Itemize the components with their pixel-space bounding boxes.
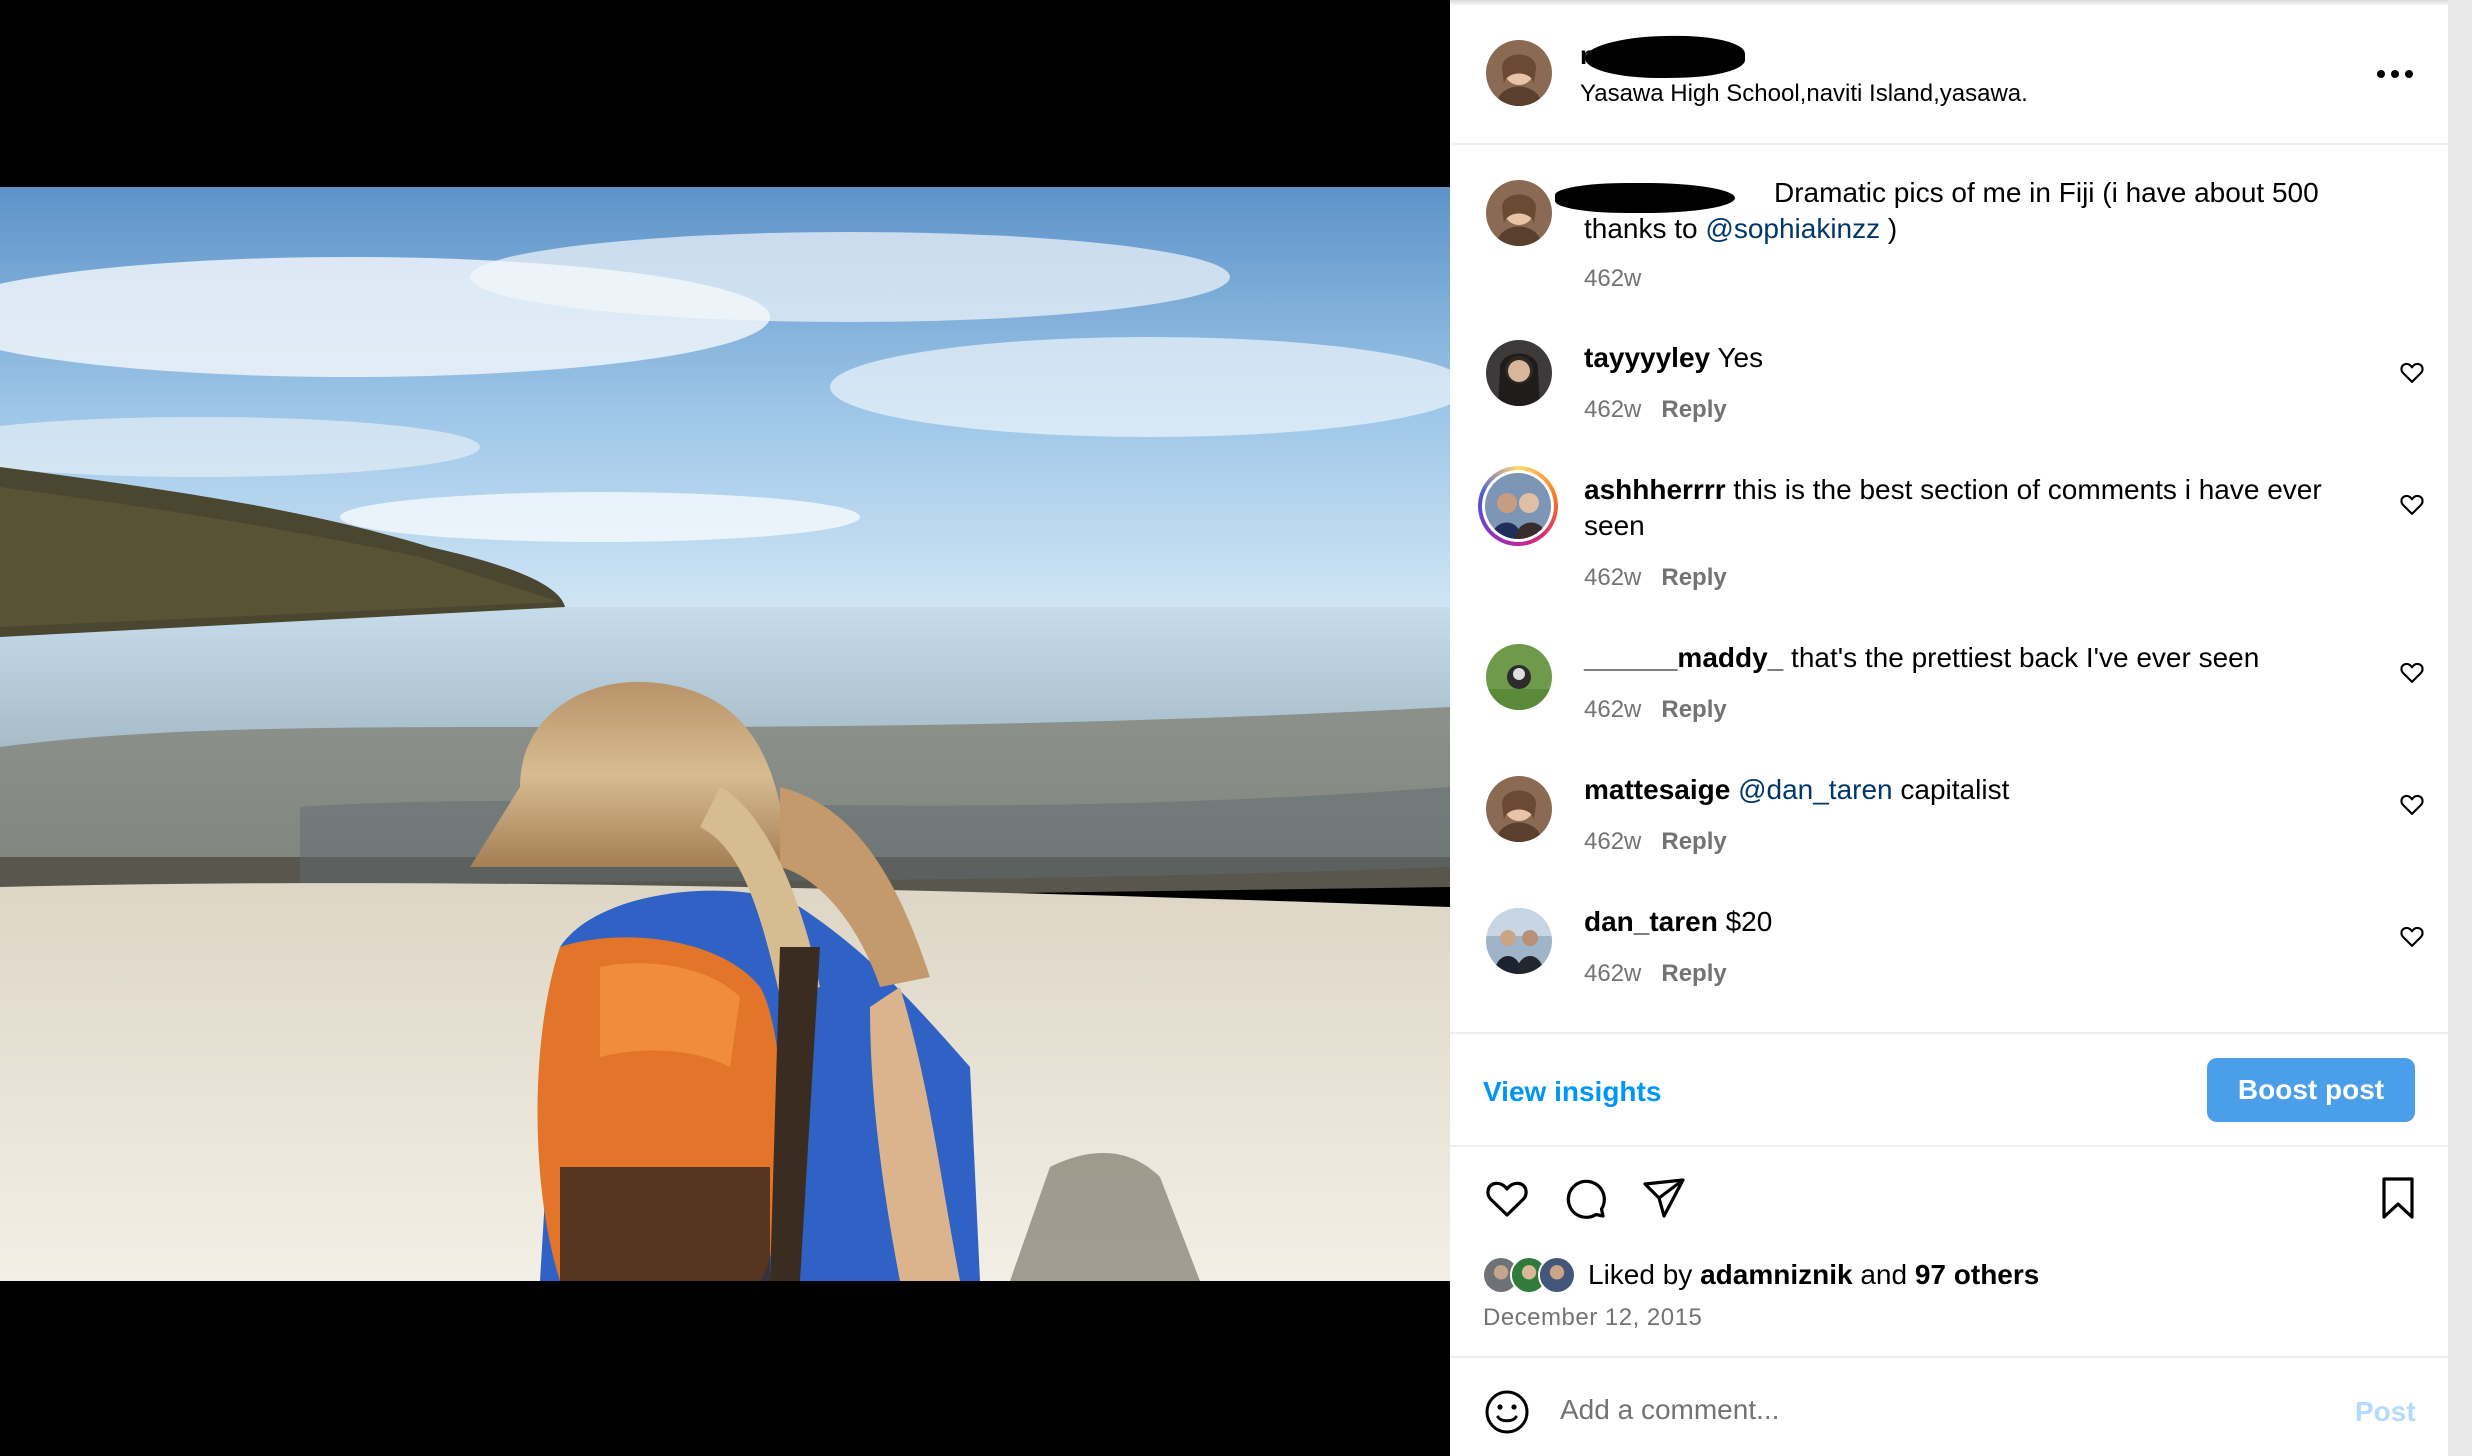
post-details-panel: n Yasawa High School,naviti Island,yasaw… <box>1450 0 2448 1456</box>
view-insights-link[interactable]: View insights <box>1483 1076 1661 1108</box>
comment-body: capitalist <box>1900 774 2010 805</box>
reply-button[interactable]: Reply <box>1661 960 1726 987</box>
comment-input[interactable] <box>1560 1384 2320 1436</box>
post-location[interactable]: Yasawa High School,naviti Island,yasawa. <box>1580 80 2028 108</box>
comment-meta: 462w Reply <box>1584 828 1727 856</box>
owner-avatar[interactable] <box>1486 40 1552 106</box>
comment-box: Post <box>1450 1356 2448 1456</box>
comment-meta: 462w Reply <box>1584 960 1727 988</box>
reply-button[interactable]: Reply <box>1661 696 1726 723</box>
redaction-mark <box>1584 34 1746 80</box>
post-header: n Yasawa High School,naviti Island,yasaw… <box>1450 0 2448 145</box>
commenter-avatar[interactable] <box>1486 340 1552 406</box>
owner-avatar[interactable] <box>1486 180 1552 246</box>
comment-username[interactable]: ashhherrrr <box>1584 474 1726 505</box>
share-icon[interactable] <box>1640 1174 1688 1222</box>
caption-time: 462w <box>1584 265 1642 292</box>
like-comment-heart-icon[interactable] <box>2398 490 2426 518</box>
comment-time: 462w <box>1584 396 1642 423</box>
comment-body: Yes <box>1717 342 1764 373</box>
caption-end: ) <box>1880 213 1898 244</box>
caption-mention[interactable]: @sophiakinzz <box>1705 213 1880 244</box>
comment-body: that's the prettiest back I've ever seen <box>1791 642 2260 673</box>
comment-time: 462w <box>1584 564 1642 591</box>
comment-text: mattesaige @dan_taren capitalist <box>1584 772 2344 808</box>
caption-line-1: Dramatic pics of me in Fiji (i have abou… <box>1774 177 2319 208</box>
like-comment-heart-icon[interactable] <box>2398 358 2426 386</box>
window-scrollbar[interactable] <box>2448 0 2472 1456</box>
comment-mention[interactable]: @dan_taren <box>1738 774 1893 805</box>
liker-username[interactable]: adamniznik <box>1700 1259 1852 1290</box>
panel-top-edge <box>1450 0 2448 6</box>
beach-photo-illustration <box>0 187 1450 1281</box>
liker-avatar <box>1538 1256 1576 1294</box>
comment-time: 462w <box>1584 696 1642 723</box>
emoji-icon[interactable] <box>1483 1388 1531 1436</box>
post-photo[interactable] <box>0 187 1450 1281</box>
comment-icon[interactable] <box>1561 1174 1609 1222</box>
comment-text: ashhherrrr this is the best section of c… <box>1584 472 2344 544</box>
comment-username[interactable]: mattesaige <box>1584 774 1730 805</box>
caption-line-2: thanks to <box>1584 213 1706 244</box>
liked-by-prefix: Liked by <box>1588 1259 1701 1290</box>
like-comment-heart-icon[interactable] <box>2398 922 2426 950</box>
comment-username[interactable]: ______maddy_ <box>1584 642 1783 673</box>
others-count-link[interactable]: 97 others <box>1915 1259 2040 1290</box>
redaction-mark <box>1555 183 1735 213</box>
comment-body: $20 <box>1725 906 1773 937</box>
reply-button[interactable]: Reply <box>1661 564 1726 591</box>
comment-meta: 462w Reply <box>1584 396 1727 424</box>
commenter-avatar[interactable] <box>1486 776 1552 842</box>
post-date: December 12, 2015 <box>1483 1304 1703 1331</box>
comment-meta: 462w Reply <box>1584 564 1727 592</box>
commenter-avatar-story-ring[interactable] <box>1478 466 1558 546</box>
boost-post-button[interactable]: Boost post <box>2207 1058 2415 1122</box>
comment-time: 462w <box>1584 828 1642 855</box>
insights-bar: View insights Boost post <box>1450 1032 2448 1147</box>
reply-button[interactable]: Reply <box>1661 396 1726 423</box>
commenter-avatar[interactable] <box>1486 908 1552 974</box>
comment-text: dan_taren $20 <box>1584 904 2344 940</box>
commenter-avatar[interactable] <box>1486 644 1552 710</box>
heart-icon[interactable] <box>1483 1174 1531 1222</box>
liked-by-text: Liked by adamniznik and 97 others <box>1588 1259 2039 1291</box>
reply-button[interactable]: Reply <box>1661 828 1726 855</box>
bookmark-icon[interactable] <box>2374 1174 2422 1222</box>
more-options-icon[interactable] <box>2375 58 2415 88</box>
comment-username[interactable]: dan_taren <box>1584 906 1718 937</box>
comment-meta: 462w Reply <box>1584 696 1727 724</box>
like-comment-heart-icon[interactable] <box>2398 790 2426 818</box>
liked-by-and: and <box>1852 1259 1915 1290</box>
like-comment-heart-icon[interactable] <box>2398 658 2426 686</box>
comment-text: ______maddy_ that's the prettiest back I… <box>1584 640 2344 676</box>
comment-time: 462w <box>1584 960 1642 987</box>
post-media <box>0 0 1450 1456</box>
comment-text: tayyyyley Yes <box>1584 340 2344 376</box>
post-comment-button[interactable]: Post <box>2355 1396 2416 1428</box>
comment-username[interactable]: tayyyyley <box>1584 342 1710 373</box>
